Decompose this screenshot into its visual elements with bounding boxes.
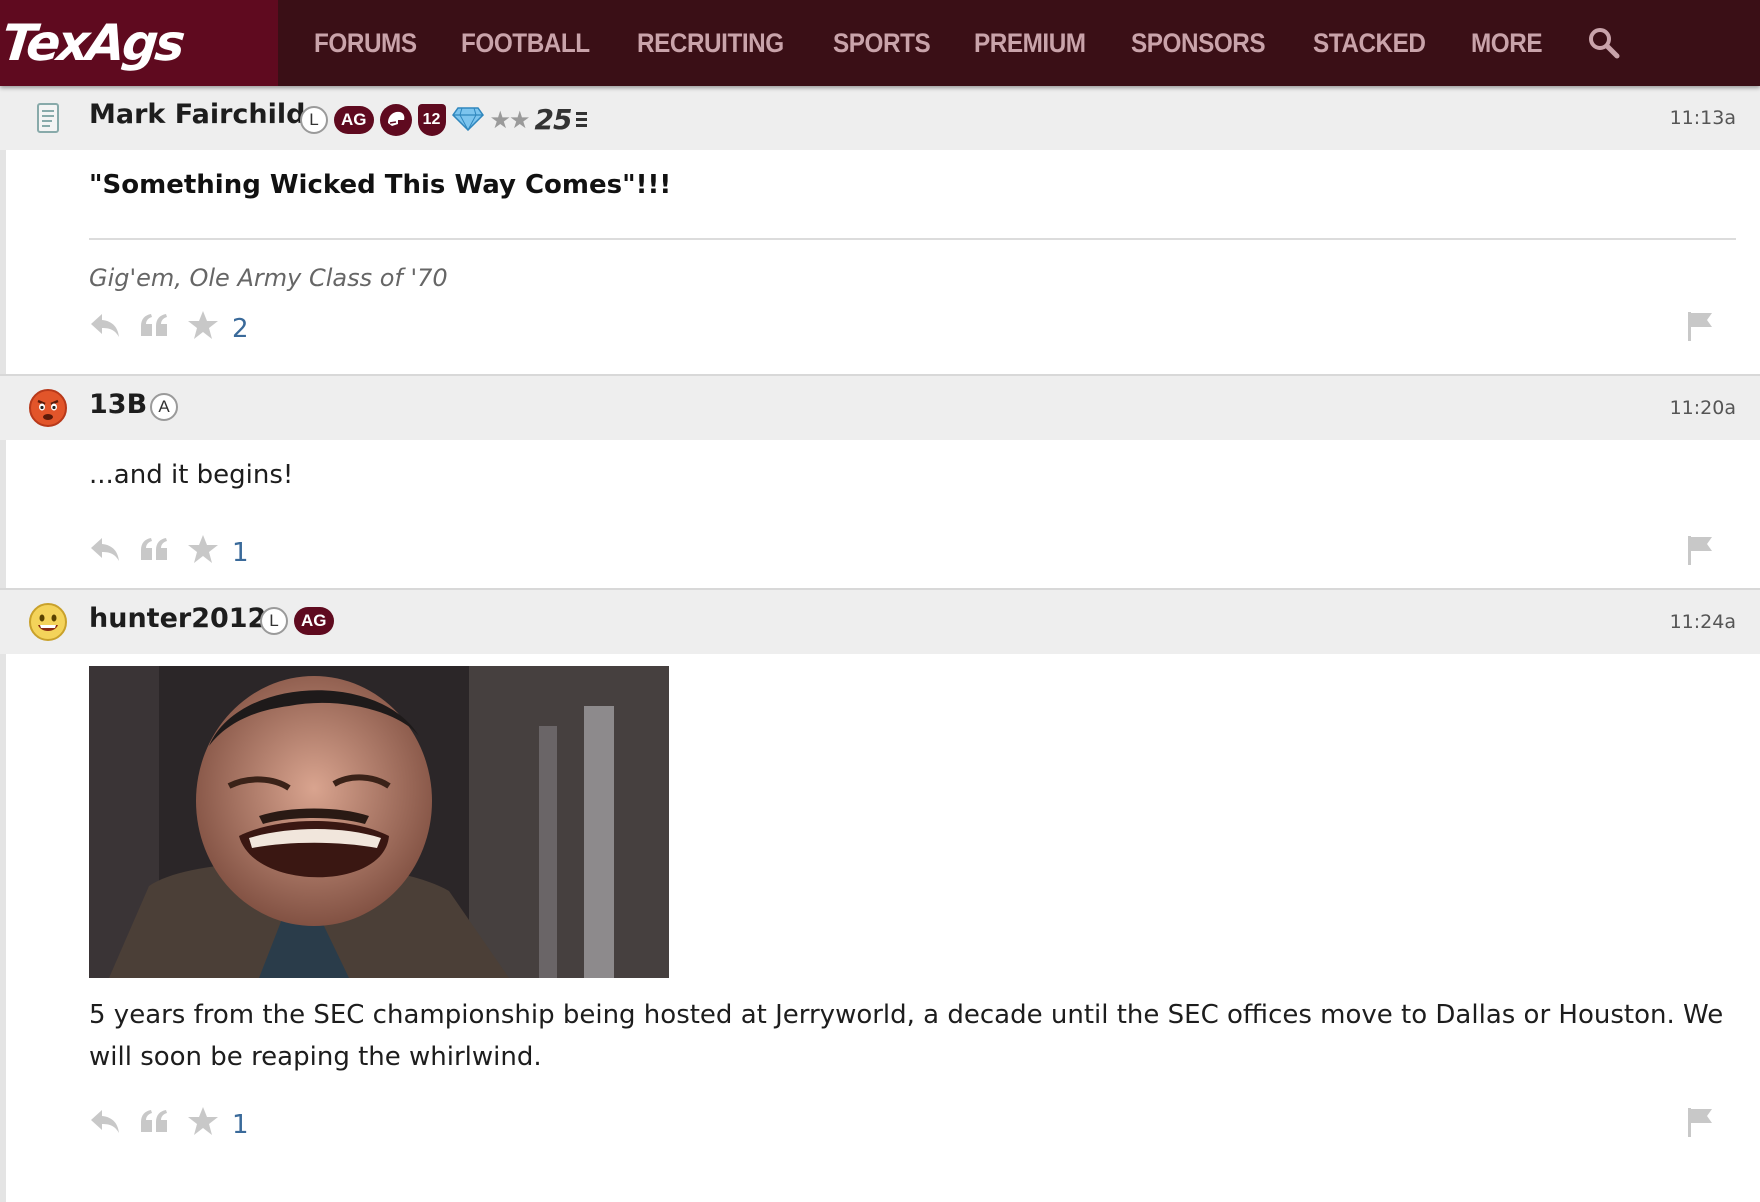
angry-face-icon[interactable]	[28, 388, 68, 428]
main-nav: FORUMS FOOTBALL RECRUITING SPORTS PREMIU…	[278, 0, 1621, 86]
post-text: "Something Wicked This Way Comes"!!!	[89, 170, 672, 200]
post-actions: 1	[89, 490, 1736, 588]
reply-icon[interactable]	[89, 1106, 121, 1140]
nav-item-recruiting[interactable]: RECRUITING	[637, 28, 784, 59]
badge-12: 12	[417, 103, 446, 136]
top-navigation-bar: TexAgs FORUMS FOOTBALL RECRUITING SPORTS…	[0, 0, 1760, 86]
post: hunter2012 L AG 11:24a 5 years from the …	[0, 590, 1760, 1158]
post-header: hunter2012 L AG 11:24a	[0, 590, 1760, 654]
signature: Gig'em, Ole Army Class of '70	[89, 264, 448, 292]
badge-ag: AG	[334, 105, 374, 134]
nav-item-forums[interactable]: FORUMS	[314, 28, 417, 59]
flag-icon[interactable]	[1686, 534, 1714, 570]
nav-item-more[interactable]: MORE	[1471, 28, 1543, 59]
username[interactable]: 13B	[89, 389, 147, 420]
reply-icon[interactable]	[89, 534, 121, 568]
diamond-icon	[451, 104, 484, 136]
post-body: "Something Wicked This Way Comes"!!! Gig…	[0, 150, 1760, 374]
reply-icon[interactable]	[89, 310, 121, 344]
notepad-icon[interactable]	[28, 98, 68, 138]
nav-item-stacked[interactable]: STACKED	[1313, 28, 1426, 59]
user-badges: L AG	[260, 607, 334, 635]
flag-icon[interactable]	[1686, 1106, 1714, 1142]
post-time[interactable]: 11:24a	[1670, 611, 1736, 633]
star-count[interactable]: 2	[232, 314, 249, 344]
star-count[interactable]: 1	[232, 1110, 249, 1140]
badge-l: L	[260, 607, 288, 635]
smiley-face-icon[interactable]	[28, 602, 68, 642]
post-header: Mark Fairchild L AG 12 ★★ 25 11:13a	[0, 86, 1760, 150]
post-actions: 1	[89, 1078, 1736, 1158]
post: 13B A 11:20a ...and it begins! 1	[0, 376, 1760, 590]
nav-item-sponsors[interactable]: SPONSORS	[1131, 28, 1266, 59]
post-body: ...and it begins! 1	[0, 440, 1760, 588]
post-actions: 2	[89, 292, 1736, 374]
badge-l: L	[300, 105, 328, 134]
quote-icon[interactable]	[139, 534, 171, 568]
quote-icon[interactable]	[139, 310, 171, 344]
thread-content: Mark Fairchild L AG 12 ★★ 25 11:13a "Som…	[0, 86, 1760, 1158]
flag-icon[interactable]	[1686, 310, 1714, 346]
post-header: 13B A 11:20a	[0, 376, 1760, 440]
nav-item-premium[interactable]: PREMIUM	[974, 28, 1086, 59]
badge-a: A	[150, 393, 178, 421]
site-logo[interactable]: TexAgs	[0, 0, 278, 86]
rank-lines-icon	[575, 112, 587, 127]
badge-ag: AG	[294, 607, 334, 635]
user-badges: A	[150, 393, 178, 421]
search-icon[interactable]	[1587, 26, 1621, 60]
user-badges: L AG 12 ★★ 25	[300, 103, 587, 136]
star-count[interactable]: 1	[232, 538, 249, 568]
post-time[interactable]: 11:20a	[1670, 397, 1736, 419]
post: Mark Fairchild L AG 12 ★★ 25 11:13a "Som…	[0, 86, 1760, 376]
star-rating-badge: ★★	[489, 105, 531, 134]
nav-item-sports[interactable]: SPORTS	[833, 28, 931, 59]
username[interactable]: hunter2012	[89, 603, 266, 634]
post-body: 5 years from the SEC championship being …	[0, 666, 1760, 1158]
site-logo-text[interactable]: TexAgs	[0, 14, 185, 72]
star-icon[interactable]	[187, 1106, 219, 1140]
helmet-badge-icon	[379, 103, 412, 136]
quote-icon[interactable]	[139, 1106, 171, 1140]
nav-item-football[interactable]: FOOTBALL	[461, 28, 590, 59]
rank-badge: 25	[534, 103, 573, 136]
post-text: ...and it begins!	[89, 460, 294, 490]
post-text: 5 years from the SEC championship being …	[89, 1000, 1724, 1072]
star-icon[interactable]	[187, 534, 219, 568]
star-icon[interactable]	[187, 310, 219, 344]
post-time[interactable]: 11:13a	[1670, 107, 1736, 129]
username[interactable]: Mark Fairchild	[89, 99, 305, 130]
laughing-man-gif[interactable]	[89, 666, 669, 978]
